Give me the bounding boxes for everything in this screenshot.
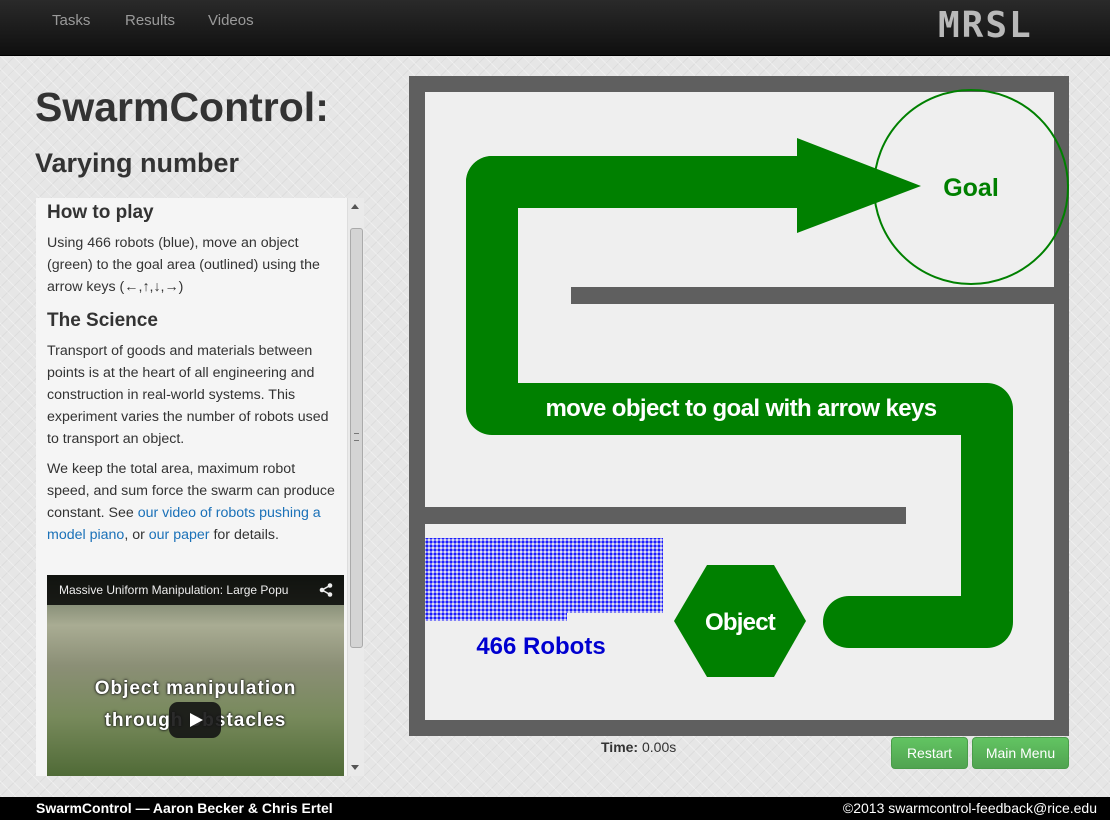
page-title: SwarmControl: [35,84,329,130]
nav-videos-link[interactable]: Videos [208,12,254,29]
game-field: Goal move object to goal with arrow keys… [409,76,1069,736]
object-label: Object [705,609,776,636]
video-caption-line-1: Object manipulation [94,678,297,699]
nav-tasks-link[interactable]: Tasks [52,12,90,29]
time-label: Time: [601,739,639,755]
info-scrollbar[interactable] [347,198,364,776]
video-title[interactable]: Massive Uniform Manipulation: Large Popu [59,583,309,597]
paper-link[interactable]: our paper [149,527,210,543]
game-canvas[interactable]: Goal move object to goal with arrow keys… [409,76,1069,736]
info-panel: How to play Using 466 robots (blue), mov… [36,198,364,776]
scroll-thumb[interactable] [350,228,363,648]
wall-lower [425,507,906,524]
page-subtitle: Varying number [35,148,240,178]
info-content: How to play Using 466 robots (blue), mov… [47,198,337,546]
goal-label: Goal [943,174,999,202]
scroll-up-arrow-icon[interactable] [351,204,359,209]
wall-upper [571,287,1054,304]
robots-count-label: 466 Robots [476,633,605,660]
nav-results-link[interactable]: Results [125,12,175,29]
restart-button[interactable]: Restart [891,737,968,769]
science-paragraph-1: Transport of goods and materials between… [47,343,329,447]
science-paragraph-2: We keep the total area, maximum robot sp… [47,458,337,546]
time-value: 0.00s [641,739,677,755]
footer: SwarmControl — Aaron Becker & Chris Erte… [0,797,1110,820]
how-to-play-text: Using 466 robots (blue), move an object … [47,235,320,295]
main-menu-button[interactable]: Main Menu [972,737,1069,769]
instruction-text: move object to goal with arrow keys [545,395,936,422]
scroll-grip-icon [354,433,359,441]
science-text-after: for details. [209,527,279,543]
play-button[interactable] [169,702,221,738]
footer-contact[interactable]: ©2013 swarmcontrol-feedback@rice.edu [843,800,1097,816]
footer-credits: SwarmControl — Aaron Becker & Chris Erte… [36,800,333,816]
share-icon[interactable] [318,582,334,598]
how-to-play-heading: How to play [47,202,154,223]
scroll-down-arrow-icon[interactable] [351,765,359,770]
embedded-video[interactable]: Massive Uniform Manipulation: Large Popu… [47,575,344,776]
navbar: Tasks Results Videos MRSL [0,0,1110,56]
science-heading: The Science [47,310,158,331]
science-text-mid: , or [124,527,149,543]
video-title-bar: Massive Uniform Manipulation: Large Popu [47,575,344,605]
time-display: Time: 0.00s [601,739,676,755]
mrsl-logo[interactable]: MRSL [938,8,1048,44]
robot-swarm [425,538,663,621]
